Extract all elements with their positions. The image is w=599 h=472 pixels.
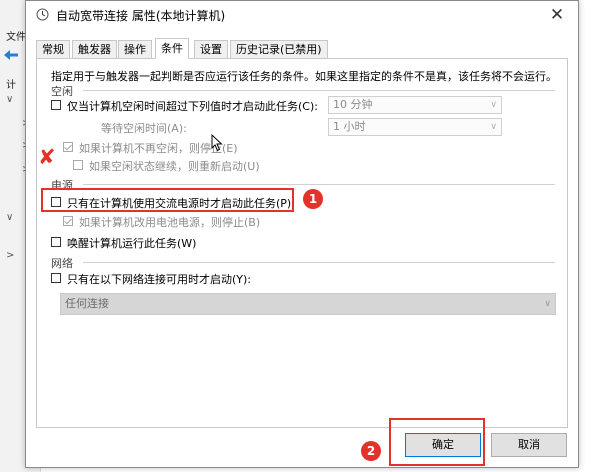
conditions-description: 指定用于与触发器一起判断是否应运行该任务的条件。如果这里指定的条件不是真，该任务…	[51, 70, 557, 83]
tab-triggers[interactable]: 触发器	[72, 40, 117, 58]
step-badge-2: 2	[361, 441, 381, 461]
start-only-idle-label: 仅当计算机空闲时间超过下列值时才启动此任务(C):	[67, 100, 318, 113]
wait-duration-select[interactable]: 1 小时 ∨	[328, 118, 502, 136]
clock-icon	[36, 8, 49, 21]
idle-duration-value: 10 分钟	[333, 98, 373, 111]
network-connection-value: 任何连接	[65, 297, 109, 310]
tab-settings[interactable]: 设置	[194, 40, 228, 58]
close-button[interactable]: ✕	[546, 4, 568, 26]
wake-to-run-label: 唤醒计算机运行此任务(W)	[67, 237, 197, 250]
highlight-box-ac-power	[41, 188, 294, 212]
step-badge-1: 1	[303, 189, 323, 209]
stop-on-battery-label: 如果计算机改用电池电源，则停止(B)	[79, 216, 261, 229]
tab-general[interactable]: 常规	[36, 40, 70, 58]
background-menu-file[interactable]: 文件	[6, 28, 26, 43]
tab-actions[interactable]: 操作	[118, 40, 152, 58]
chevron-down-icon: ∨	[490, 100, 497, 110]
chevron-down-icon[interactable]: ∨	[6, 94, 13, 105]
restart-if-idle-checkbox[interactable]	[73, 160, 83, 170]
network-group-label: 网络	[51, 257, 73, 270]
wake-to-run-checkbox[interactable]	[51, 237, 61, 247]
task-properties-dialog: 自动宽带连接 属性(本地计算机) ✕ 常规 触发器 操作 条件 设置 历史记录(…	[25, 0, 579, 468]
chevron-right-icon[interactable]: >	[6, 250, 14, 261]
group-divider	[83, 90, 555, 91]
start-only-idle-checkbox[interactable]	[51, 100, 61, 110]
mouse-cursor-icon	[211, 134, 223, 152]
idle-duration-select[interactable]: 10 分钟 ∨	[328, 96, 502, 114]
cross-mark-icon: ✘	[38, 145, 56, 169]
chevron-down-icon[interactable]: ∨	[6, 212, 13, 223]
conditions-panel: 指定用于与触发器一起判断是否应运行该任务的条件。如果这里指定的条件不是真，该任务…	[36, 58, 568, 428]
dialog-title: 自动宽带连接 属性(本地计算机)	[56, 9, 226, 23]
stop-if-not-idle-checkbox[interactable]	[63, 142, 73, 152]
start-only-network-checkbox[interactable]	[51, 273, 61, 283]
start-only-network-label: 只有在以下网络连接可用时才启动(Y):	[67, 273, 252, 286]
idle-group-label: 空闲	[51, 85, 73, 98]
tab-conditions[interactable]: 条件	[155, 38, 189, 59]
group-divider	[83, 262, 555, 263]
network-connection-select[interactable]: 任何连接 ∨	[60, 293, 556, 315]
background-tree-item[interactable]: 计	[6, 76, 16, 91]
chevron-down-icon: ∨	[490, 122, 497, 132]
wait-idle-label: 等待空闲时间(A):	[101, 122, 187, 135]
stop-on-battery-checkbox[interactable]	[63, 216, 73, 226]
close-icon: ✕	[549, 5, 565, 25]
title-bar[interactable]: 自动宽带连接 属性(本地计算机) ✕	[26, 1, 578, 29]
wait-duration-value: 1 小时	[333, 120, 366, 133]
highlight-box-ok	[389, 418, 485, 466]
group-divider	[83, 184, 555, 185]
cancel-button[interactable]: 取消	[491, 433, 567, 457]
tab-history[interactable]: 历史记录(已禁用)	[230, 40, 328, 58]
chevron-down-icon: ∨	[544, 299, 551, 309]
restart-if-idle-label: 如果空闲状态继续，则重新启动(U)	[89, 160, 260, 173]
back-arrow-icon[interactable]	[4, 50, 18, 60]
